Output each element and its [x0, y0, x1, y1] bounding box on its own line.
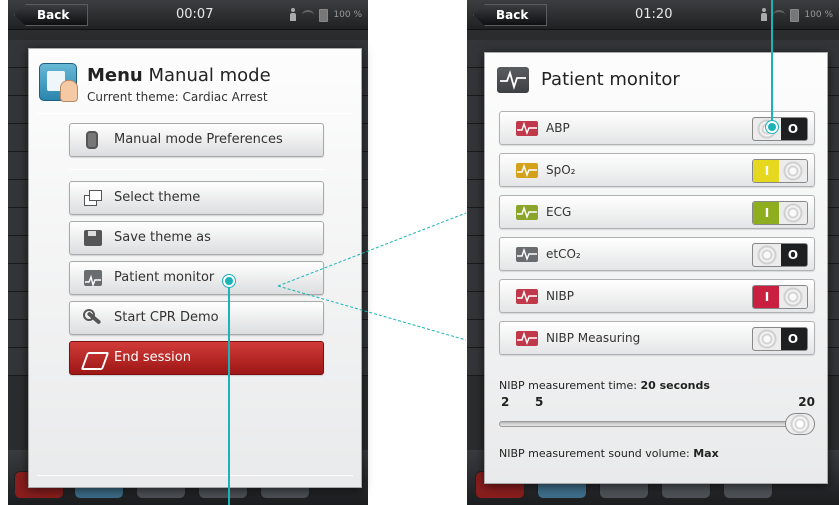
person-icon — [289, 8, 297, 22]
time-slider-track[interactable] — [499, 421, 815, 427]
monitor-header: Patient monitor — [497, 65, 815, 95]
patient-monitor-button[interactable]: Patient monitor — [69, 261, 324, 295]
slider-max: 20 — [798, 395, 815, 409]
parameter-toggle[interactable]: O — [752, 243, 808, 267]
waveform-icon — [516, 331, 538, 346]
parameter-label: etCO₂ — [546, 247, 581, 261]
device-icon — [86, 131, 98, 149]
manual-mode-preferences-button[interactable]: Manual mode Preferences — [69, 123, 324, 157]
waveform-icon — [516, 163, 538, 178]
wifi-icon — [302, 10, 315, 20]
parameter-toggle[interactable]: I — [752, 201, 808, 225]
end-session-icon — [84, 350, 102, 366]
toggle-knob — [779, 286, 807, 308]
waveform-icon — [516, 205, 538, 220]
battery-level: 100 % — [333, 10, 362, 20]
callout-line-left — [228, 280, 230, 505]
parameter-row: ECG I — [499, 195, 815, 229]
parameter-row: etCO₂ O — [499, 237, 815, 271]
nibp-time-label: NIBP measurement time: 20 seconds — [499, 379, 710, 392]
back-button[interactable]: Back — [14, 4, 88, 26]
end-session-button[interactable]: End session — [69, 341, 324, 375]
nibp-volume-label: NIBP measurement sound volume: Max — [499, 447, 719, 460]
select-theme-button[interactable]: Select theme — [69, 181, 324, 215]
callout-dot-right — [766, 121, 778, 133]
menu-header: Menu Manual mode Current theme: Cardiac … — [39, 61, 351, 113]
toggle-knob — [753, 244, 781, 266]
wrench-icon — [83, 309, 102, 326]
parameter-label: NIBP — [546, 289, 574, 303]
battery-level: 100 % — [804, 10, 833, 20]
toggle-state: O — [779, 244, 807, 266]
clock: 01:20 — [635, 7, 673, 22]
toggle-state: I — [753, 202, 781, 224]
waveform-icon — [84, 270, 102, 288]
slider-min: 2 — [501, 395, 510, 409]
parameter-toggle[interactable]: I — [752, 159, 808, 183]
toggle-knob — [779, 160, 807, 182]
waveform-icon — [497, 67, 529, 93]
slider-mid: 5 — [535, 395, 544, 409]
manual-mode-menu: Menu Manual mode Current theme: Cardiac … — [28, 48, 362, 488]
back-button[interactable]: Back — [473, 4, 547, 26]
parameter-row: NIBP Measuring O — [499, 321, 815, 355]
divider — [69, 169, 324, 170]
theme-icon — [84, 190, 102, 206]
time-slider-thumb[interactable] — [785, 413, 815, 435]
toggle-knob — [779, 202, 807, 224]
parameter-label: ECG — [546, 205, 572, 219]
parameter-toggle[interactable]: I — [752, 285, 808, 309]
menu-touch-icon — [39, 63, 78, 102]
parameter-row: SpO₂ I — [499, 153, 815, 187]
save-theme-as-button[interactable]: Save theme as — [69, 221, 324, 255]
parameter-label: NIBP Measuring — [546, 331, 641, 345]
parameter-toggle[interactable]: O — [752, 117, 808, 141]
toggle-state: O — [779, 328, 807, 350]
parameter-row: NIBP I — [499, 279, 815, 313]
figure: Back 00:07 100 % Back 01:20 100 % Menu M… — [0, 0, 839, 505]
clock: 00:07 — [176, 7, 214, 22]
status-icons: 100 % — [289, 8, 362, 22]
divider — [37, 475, 353, 476]
callout-line-right — [771, 0, 773, 126]
patient-monitor-dialog: Patient monitor ABP O SpO₂ I ECG IetCO₂ O NIBP I… — [484, 52, 828, 484]
person-icon — [760, 8, 768, 22]
toggle-state: I — [753, 160, 781, 182]
parameter-label: SpO₂ — [546, 163, 576, 177]
menu-title: Menu Manual mode — [87, 65, 271, 86]
save-icon — [84, 230, 102, 246]
toggle-knob — [753, 328, 781, 350]
status-bar: Back 01:20 100 % — [467, 0, 839, 30]
waveform-icon — [516, 289, 538, 304]
waveform-icon — [516, 247, 538, 262]
battery-icon — [319, 8, 329, 22]
divider — [37, 113, 353, 114]
callout-dot-left — [223, 275, 235, 287]
start-cpr-demo-button[interactable]: Start CPR Demo — [69, 301, 324, 335]
parameter-toggle[interactable]: O — [752, 327, 808, 351]
toggle-state: I — [753, 286, 781, 308]
status-bar: Back 00:07 100 % — [8, 0, 368, 30]
monitor-title: Patient monitor — [541, 69, 680, 90]
wifi-icon — [773, 10, 786, 20]
waveform-icon — [516, 121, 538, 136]
parameter-label: ABP — [546, 121, 570, 135]
toggle-state: O — [779, 118, 807, 140]
current-theme: Current theme: Cardiac Arrest — [87, 90, 268, 104]
battery-icon — [790, 8, 800, 22]
